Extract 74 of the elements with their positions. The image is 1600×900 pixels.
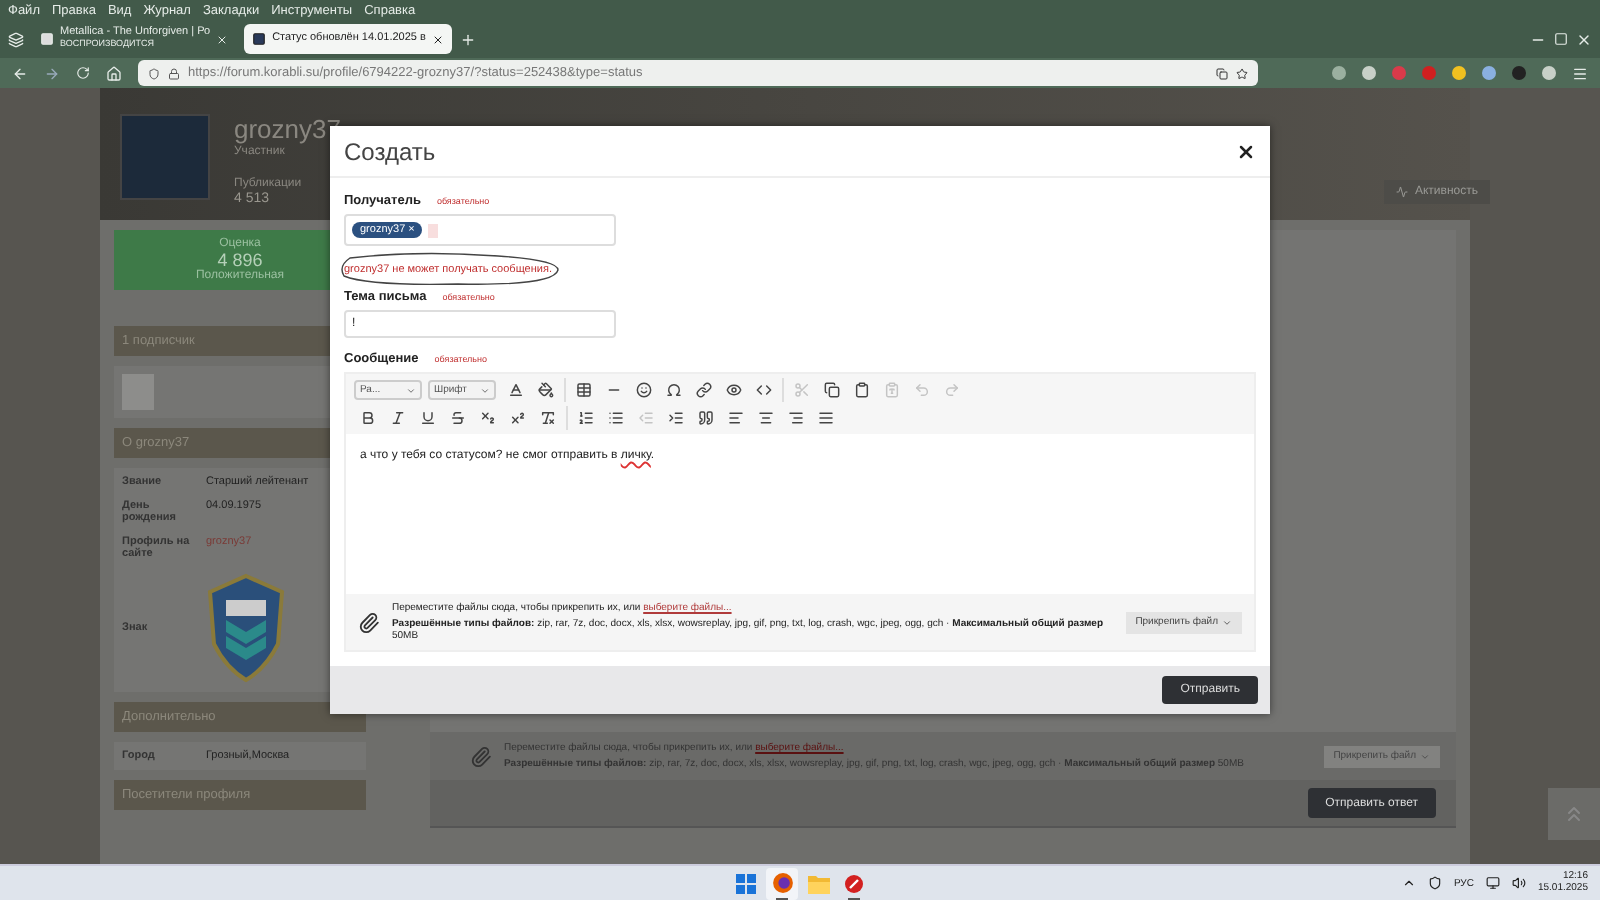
folder-icon [807,873,829,893]
caret-icon [480,385,490,395]
indent-icon [668,410,684,426]
smiley-icon [636,382,652,398]
extension-icon[interactable] [1512,66,1526,80]
text-color-icon [508,382,524,398]
close-tab-icon[interactable] [431,33,444,45]
profile-name: grozny37 [234,114,341,144]
paperclip-icon [470,745,492,767]
italic-icon [390,410,406,426]
align-right-icon [788,410,804,426]
extension-icon[interactable] [1482,66,1496,80]
clipboard-text-icon [884,382,900,398]
lock-icon [168,67,180,79]
speaker-icon[interactable] [1511,876,1526,890]
paperclip-icon [358,611,380,633]
extension-icon[interactable] [1332,66,1346,80]
windows-logo-icon [736,873,756,893]
numbered-list-icon [578,410,594,426]
omega-icon [666,382,682,398]
extension-icon[interactable] [1452,66,1466,80]
tab-list-icon[interactable] [8,31,24,47]
eye-icon [726,382,742,398]
code-icon [756,382,772,398]
menu-icon[interactable] [1572,65,1588,81]
bullet-list-icon [608,410,624,426]
bold-icon [360,410,376,426]
copy-icon [824,382,840,398]
align-center-icon [758,410,774,426]
reload-icon[interactable] [76,66,90,80]
text-cursor-box [428,223,439,237]
shield-icon[interactable] [1427,876,1442,890]
undo-icon [914,382,930,398]
follower-avatar-placeholder [122,374,154,410]
outdent-icon [638,410,654,426]
close-icon[interactable] [1236,141,1256,161]
table-icon [576,382,592,398]
scissors-icon [794,382,810,398]
avatar-image [120,114,210,200]
chevrons-up-icon [1562,802,1586,826]
home-icon[interactable] [106,65,122,81]
justify-icon [818,410,834,426]
strikethrough-icon [450,410,466,426]
bookmark-star-icon[interactable] [1236,67,1248,79]
dialog-title: Создать [344,137,436,165]
site-favicon-icon [252,32,267,46]
align-left-icon [728,410,744,426]
caret-icon [1420,751,1430,761]
taskbar-app[interactable] [766,867,798,899]
quote-icon [698,410,714,426]
new-tab-icon[interactable] [459,31,476,47]
caret-icon [406,385,416,395]
paint-bucket-icon [538,382,554,398]
superscript-icon [510,410,526,426]
extension-icon[interactable] [1362,66,1376,80]
browser-icon [771,872,793,894]
underline-icon [420,410,436,426]
subscript-icon [480,410,496,426]
reputation-value: 4 896 [217,250,263,270]
link-button[interactable] [690,378,718,402]
caret-icon [1222,617,1232,627]
redo-icon [944,382,960,398]
clear-format-icon [540,410,556,426]
shield-icon [148,67,160,79]
maximize-icon[interactable] [1554,32,1568,46]
chevron-up-icon[interactable] [1401,876,1416,890]
extension-icon[interactable] [1542,66,1556,80]
clipboard-icon [854,382,870,398]
back-icon[interactable] [12,65,28,81]
activity-icon [1396,186,1409,198]
site-favicon-icon [40,32,54,46]
shield-badge-icon [206,572,286,684]
app-logo-icon [844,873,864,893]
link-icon [696,382,712,398]
